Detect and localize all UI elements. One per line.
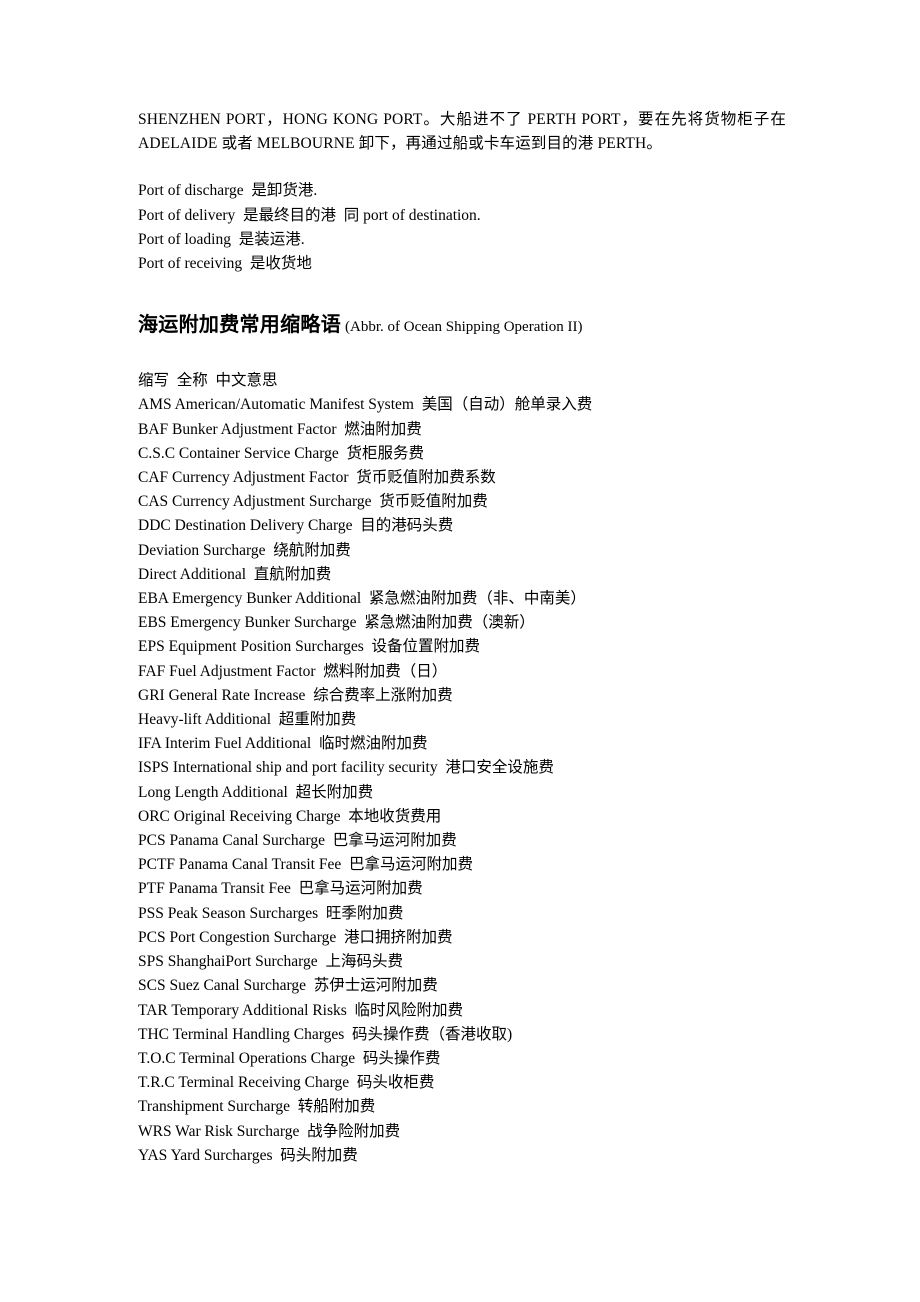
abbreviation-row: BAF Bunker Adjustment Factor 燃油附加费 [138,420,422,438]
abbreviation-row: Transhipment Surcharge 转船附加费 [138,1098,376,1116]
abbreviation-list: 缩写 全称 中文意思 AMS American/Automatic Manife… [138,369,786,1168]
abbreviation-row: AMS American/Automatic Manifest System 美… [138,396,593,414]
abbreviation-row: GRI General Rate Increase 综合费率上涨附加费 [138,686,453,704]
abbreviation-row: EPS Equipment Position Surcharges 设备位置附加… [138,638,481,656]
port-term-line: Port of discharge 是卸货港. [138,182,318,200]
port-terms-block: Port of discharge 是卸货港. Port of delivery… [138,179,786,276]
abbreviation-row: PCTF Panama Canal Transit Fee 巴拿马运河附加费 [138,856,473,874]
abbreviation-row: WRS War Risk Surcharge 战争险附加费 [138,1122,401,1140]
section-heading: 海运附加费常用缩略语 (Abbr. of Ocean Shipping Opera… [138,312,786,340]
abbreviation-row: IFA Interim Fuel Additional 临时燃油附加费 [138,735,428,753]
abbreviation-row: ISPS International ship and port facilit… [138,759,554,777]
abbreviation-row: PCS Panama Canal Surcharge 巴拿马运河附加费 [138,832,457,850]
abbreviation-row: T.R.C Terminal Receiving Charge 码头收柜费 [138,1074,435,1092]
port-term-line: Port of receiving 是收货地 [138,255,312,273]
abbreviation-row: CAF Currency Adjustment Factor 货币贬值附加费系数 [138,469,496,487]
abbreviation-row: TAR Temporary Additional Risks 临时风险附加费 [138,1001,464,1019]
abbreviation-row: SPS ShanghaiPort Surcharge 上海码头费 [138,953,403,971]
abbreviation-row: Deviation Surcharge 绕航附加费 [138,541,351,559]
abbreviation-row: CAS Currency Adjustment Surcharge 货币贬值附加… [138,493,488,511]
abbreviation-row: Long Length Additional 超长附加费 [138,783,374,801]
abbreviation-row: SCS Suez Canal Surcharge 苏伊士运河附加费 [138,977,438,995]
abbreviation-row: Direct Additional 直航附加费 [138,565,332,583]
abbreviation-row: PTF Panama Transit Fee 巴拿马运河附加费 [138,880,423,898]
abbreviation-row: PSS Peak Season Surcharges 旺季附加费 [138,904,404,922]
abbreviation-row: THC Terminal Handling Charges 码头操作费（香港收取… [138,1025,513,1043]
abbreviation-row: YAS Yard Surcharges 码头附加费 [138,1146,358,1164]
abbreviation-table-header: 缩写 全称 中文意思 [138,372,278,390]
section-heading-chinese: 海运附加费常用缩略语 [138,314,341,337]
document-page: SHENZHEN PORT，HONG KONG PORT。大船进不了 PERTH… [0,0,920,1302]
port-term-line: Port of delivery 是最终目的港 同 port of destin… [138,206,481,224]
abbreviation-row: T.O.C Terminal Operations Charge 码头操作费 [138,1049,441,1067]
abbreviation-row: DDC Destination Delivery Charge 目的港码头费 [138,517,454,535]
abbreviation-row: ORC Original Receiving Charge 本地收货费用 [138,807,442,825]
port-term-line: Port of loading 是装运港. [138,230,305,248]
intro-paragraph: SHENZHEN PORT，HONG KONG PORT。大船进不了 PERTH… [138,111,786,153]
abbreviation-row: C.S.C Container Service Charge 货柜服务费 [138,444,425,462]
abbreviation-row: EBA Emergency Bunker Additional 紧急燃油附加费（… [138,590,586,608]
abbreviation-row: Heavy-lift Additional 超重附加费 [138,711,357,729]
abbreviation-row: PCS Port Congestion Surcharge 港口拥挤附加费 [138,928,453,946]
abbreviation-row: EBS Emergency Bunker Surcharge 紧急燃油附加费（澳… [138,614,535,632]
document-content: SHENZHEN PORT，HONG KONG PORT。大船进不了 PERTH… [138,108,786,1168]
abbreviation-row: FAF Fuel Adjustment Factor 燃料附加费（日） [138,662,448,680]
section-heading-english: (Abbr. of Ocean Shipping Operation II) [345,319,583,336]
